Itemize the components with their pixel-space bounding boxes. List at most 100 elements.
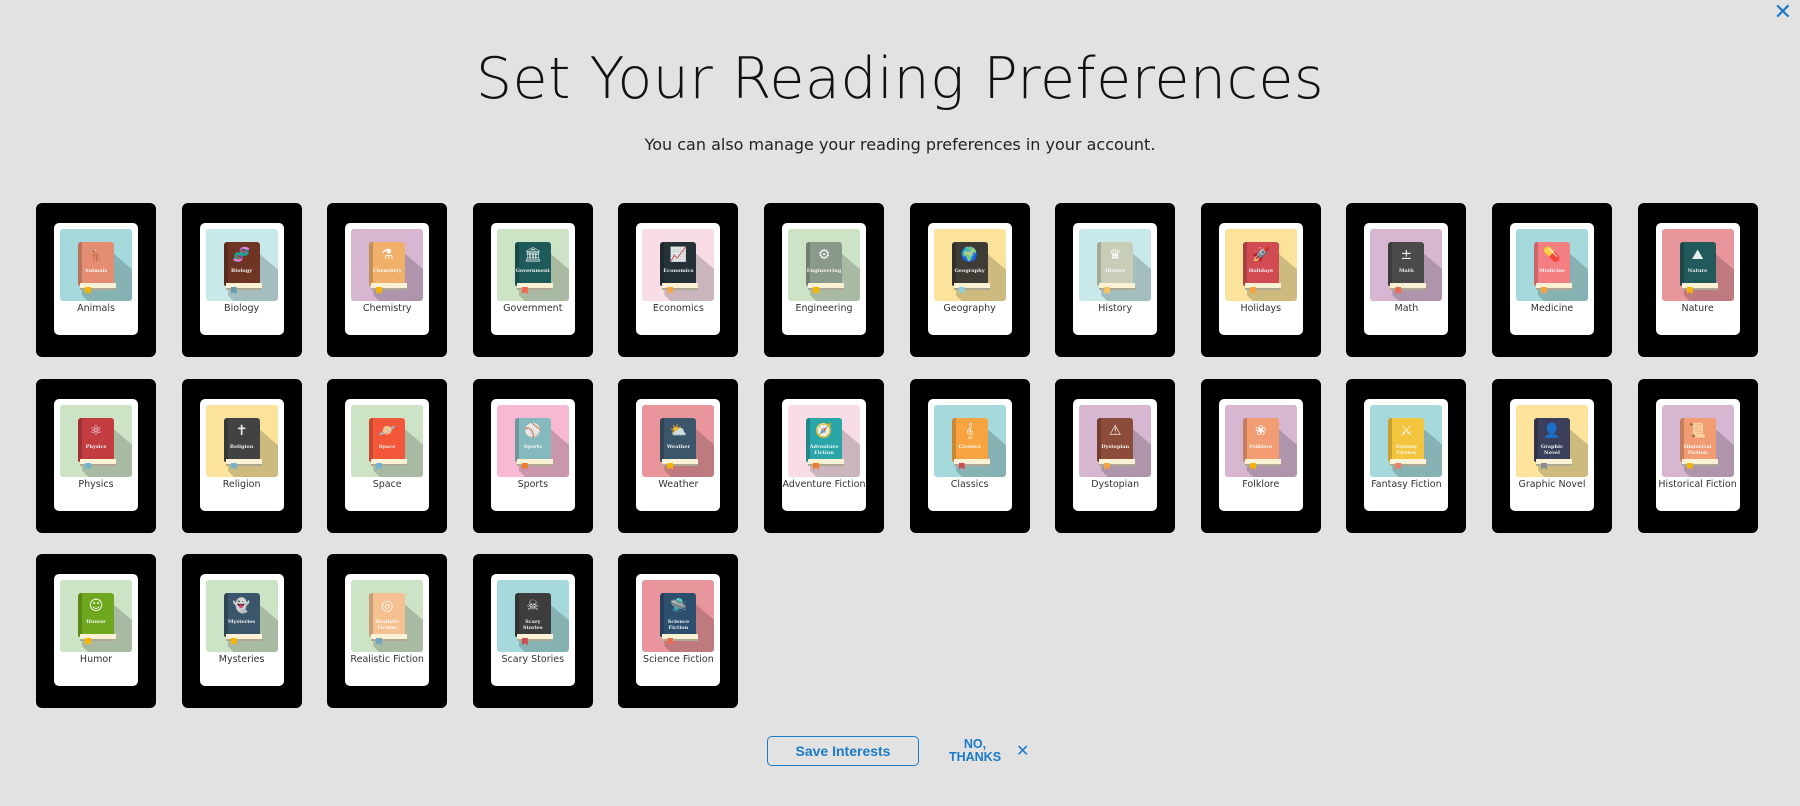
topic-glyph-icon: 💊	[1543, 247, 1561, 263]
topic-art: ⚔ Fantasy Fiction	[1370, 404, 1443, 477]
topic-glyph-icon: 📜	[1688, 422, 1707, 439]
topic-tile-graphic-novel[interactable]: 👤 Graphic Novel Graphic Novel	[1492, 378, 1612, 533]
book-cover-title: Religion	[229, 443, 254, 450]
topic-tile-mysteries[interactable]: 👻 Mysteries Mysteries	[181, 554, 302, 708]
topic-tile-religion[interactable]: ✝ Religion Religion	[181, 378, 302, 533]
topic-label: Historical Fiction	[1658, 478, 1737, 490]
page-title: Set Your Reading Preferences	[475, 46, 1325, 112]
topic-glyph-icon: ⚛	[89, 422, 103, 439]
book-cover-title: Sports	[523, 443, 542, 450]
book-cover-title: Space	[378, 443, 396, 450]
topic-tile-science-fiction[interactable]: 🛸 Science Fiction Science Fiction	[618, 554, 739, 708]
no-thanks-link[interactable]: NO, THANKS	[945, 738, 1005, 764]
topic-tile-fantasy-fiction[interactable]: ⚔ Fantasy Fiction Fantasy Fiction	[1346, 378, 1467, 533]
topic-card: 👻 Mysteries Mysteries	[199, 574, 284, 686]
book-icon: ⚠ Dystopian	[1097, 417, 1136, 470]
topic-card: 🪐 Space Space	[345, 398, 430, 511]
topic-label: Biology	[224, 303, 260, 314]
topic-glyph-icon: 𝄞	[965, 422, 974, 439]
topic-glyph-icon: ⚗	[380, 247, 394, 263]
book-cover-title: Geography	[954, 268, 985, 274]
book-cover-title: Classics	[958, 443, 981, 450]
topic-tile-sports[interactable]: ⚾ Sports Sports	[472, 378, 593, 533]
topic-card: ♛ History History	[1073, 223, 1158, 335]
book-icon: 🧭 Adventure Fiction	[806, 417, 844, 470]
topic-tile-adventure-fiction[interactable]: 🧭 Adventure Fiction Adventure Fiction	[764, 378, 884, 533]
topic-label: History	[1098, 303, 1133, 314]
topic-label: Mysteries	[218, 654, 265, 665]
book-cover-title: Adventure Fiction	[809, 443, 839, 456]
book-cover-title: Medicine	[1539, 268, 1565, 274]
topic-tile-holidays[interactable]: 🚀 Holidays Holidays	[1200, 203, 1321, 357]
book-icon: 🧬 Biology	[223, 242, 262, 294]
topic-card: ⚙ Engineering Engineering	[782, 223, 866, 335]
topic-tile-classics[interactable]: 𝄞 Classics Classics	[909, 378, 1030, 533]
topic-tile-folklore[interactable]: ❀ Folklore Folklore	[1200, 378, 1321, 533]
topic-glyph-icon: 👤	[1543, 422, 1561, 439]
topic-art: 🦌 Animals	[60, 229, 132, 301]
topic-art: ⚙ Engineering	[788, 229, 860, 301]
topic-label: Engineering	[795, 303, 853, 314]
topic-label: Folklore	[1242, 478, 1280, 490]
topic-art: ◎ Realistic Fiction	[351, 580, 424, 652]
topic-tile-scary-stories[interactable]: ☠ Scary Stories Scary Stories	[472, 554, 593, 708]
topic-glyph-icon: 🏛	[523, 247, 542, 263]
topic-glyph-icon: ⛅	[669, 422, 688, 439]
topic-tile-nature[interactable]: ⛰ Nature Nature	[1637, 203, 1758, 357]
topic-card: ⚠ Dystopian Dystopian	[1073, 398, 1158, 511]
topic-tile-economics[interactable]: 📈 Economics Economics	[618, 203, 739, 357]
topic-tile-biology[interactable]: 🧬 Biology Biology	[181, 203, 302, 357]
topic-label: Chemistry	[362, 303, 412, 314]
book-cover-title: Scary Stories	[522, 619, 543, 631]
book-icon: ⚾ Sports	[514, 417, 553, 470]
topic-label: Space	[372, 478, 402, 490]
topic-tile-medicine[interactable]: 💊 Medicine Medicine	[1492, 203, 1612, 357]
topic-card: ⚾ Sports Sports	[490, 398, 575, 511]
topic-label: Medicine	[1530, 303, 1574, 314]
topic-tile-space[interactable]: 🪐 Space Space	[327, 378, 448, 533]
topic-label: Fantasy Fiction	[1371, 478, 1442, 490]
book-icon: ◎ Realistic Fiction	[369, 593, 408, 645]
book-icon: ⚙ Engineering	[806, 242, 844, 294]
topic-tile-history[interactable]: ♛ History History	[1055, 203, 1176, 357]
topic-card: 🛸 Science Fiction Science Fiction	[636, 574, 721, 686]
dismiss-icon[interactable]: ✕	[1016, 741, 1029, 760]
topic-tile-animals[interactable]: 🦌 Animals Animals	[36, 203, 156, 357]
topic-tile-chemistry[interactable]: ⚗ Chemistry Chemistry	[327, 203, 448, 357]
save-interests-button[interactable]: Save Interests	[767, 736, 919, 766]
topic-tile-humor[interactable]: ☺ Humor Humor	[36, 554, 156, 708]
topic-tile-physics[interactable]: ⚛ Physics Physics	[36, 378, 156, 533]
topic-tile-realistic-fiction[interactable]: ◎ Realistic Fiction Realistic Fiction	[327, 554, 448, 708]
topic-glyph-icon: ◎	[381, 598, 394, 614]
topic-tile-dystopian[interactable]: ⚠ Dystopian Dystopian	[1055, 378, 1176, 533]
book-icon: ✝ Religion	[223, 417, 262, 470]
book-icon: ⚛ Physics	[78, 417, 116, 470]
book-icon: ❀ Folklore	[1242, 417, 1281, 470]
close-icon[interactable]: ✕	[1774, 2, 1792, 24]
topic-card: ⚛ Physics Physics	[54, 398, 138, 511]
book-cover-title: Graphic Novel	[1540, 443, 1564, 456]
topic-card: ◎ Realistic Fiction Realistic Fiction	[345, 574, 430, 686]
topic-card: ⚔ Fantasy Fiction Fantasy Fiction	[1364, 398, 1449, 511]
topic-glyph-icon: 🚀	[1252, 247, 1270, 263]
topic-label: Scary Stories	[501, 654, 565, 665]
topic-tile-engineering[interactable]: ⚙ Engineering Engineering	[764, 203, 884, 357]
book-cover-title: Engineering	[806, 268, 842, 274]
topic-tile-historical-fiction[interactable]: 📜 Historical Fiction Historical Fiction	[1637, 378, 1758, 533]
topic-tile-weather[interactable]: ⛅ Weather Weather	[618, 378, 739, 533]
topic-glyph-icon: ⚾	[524, 422, 542, 439]
no-thanks-line2: THANKS	[948, 750, 1002, 764]
topic-label: Geography	[943, 303, 996, 314]
topic-tile-math[interactable]: ± Math Math	[1346, 203, 1467, 357]
topic-art: ☠ Scary Stories	[496, 580, 569, 652]
book-cover-title: Math	[1399, 268, 1414, 274]
topic-art: 🪐 Space	[351, 404, 424, 477]
topic-glyph-icon: ✝	[235, 422, 248, 439]
topic-label: Government	[503, 303, 563, 314]
topic-tile-government[interactable]: 🏛 Government Government	[472, 203, 593, 357]
topic-card: ⚗ Chemistry Chemistry	[345, 223, 430, 335]
topic-art: 🚀 Holidays	[1224, 229, 1297, 301]
topic-tile-geography[interactable]: 🌍 Geography Geography	[909, 203, 1030, 357]
book-icon: 🚀 Holidays	[1242, 242, 1281, 294]
topic-card: ☠ Scary Stories Scary Stories	[490, 574, 575, 686]
